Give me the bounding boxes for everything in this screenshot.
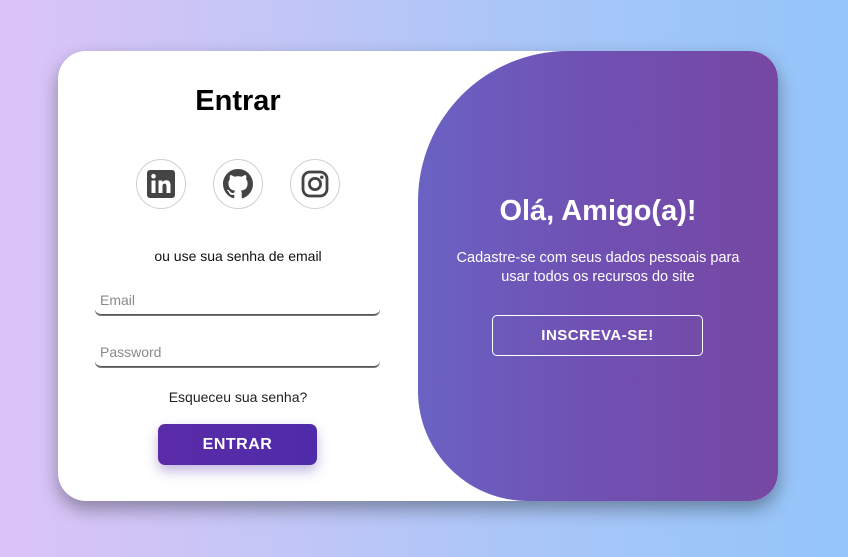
signup-title: Olá, Amigo(a)! bbox=[499, 195, 697, 227]
login-button[interactable]: ENTRAR bbox=[158, 424, 317, 465]
social-login-row bbox=[136, 159, 340, 209]
github-button[interactable] bbox=[213, 159, 263, 209]
signup-button[interactable]: INSCREVA-SE! bbox=[492, 315, 703, 356]
auth-card: Entrar ou use sua senha de email Email E… bbox=[58, 51, 778, 501]
login-panel: Entrar ou use sua senha de email Email E… bbox=[58, 51, 418, 501]
instagram-icon bbox=[301, 170, 329, 198]
github-icon bbox=[223, 169, 253, 199]
forgot-password-link[interactable]: Esqueceu sua senha? bbox=[58, 389, 418, 405]
signup-description: Cadastre-se com seus dados pessoais para… bbox=[456, 250, 740, 285]
email-input[interactable] bbox=[95, 285, 380, 315]
signup-panel: Olá, Amigo(a)! Cadastre-se com seus dado… bbox=[418, 51, 778, 501]
password-input[interactable] bbox=[95, 337, 380, 367]
login-title: Entrar bbox=[195, 85, 281, 117]
alt-login-text: ou use sua senha de email bbox=[154, 248, 322, 264]
linkedin-icon bbox=[147, 170, 175, 198]
linkedin-button[interactable] bbox=[136, 159, 186, 209]
instagram-button[interactable] bbox=[290, 159, 340, 209]
